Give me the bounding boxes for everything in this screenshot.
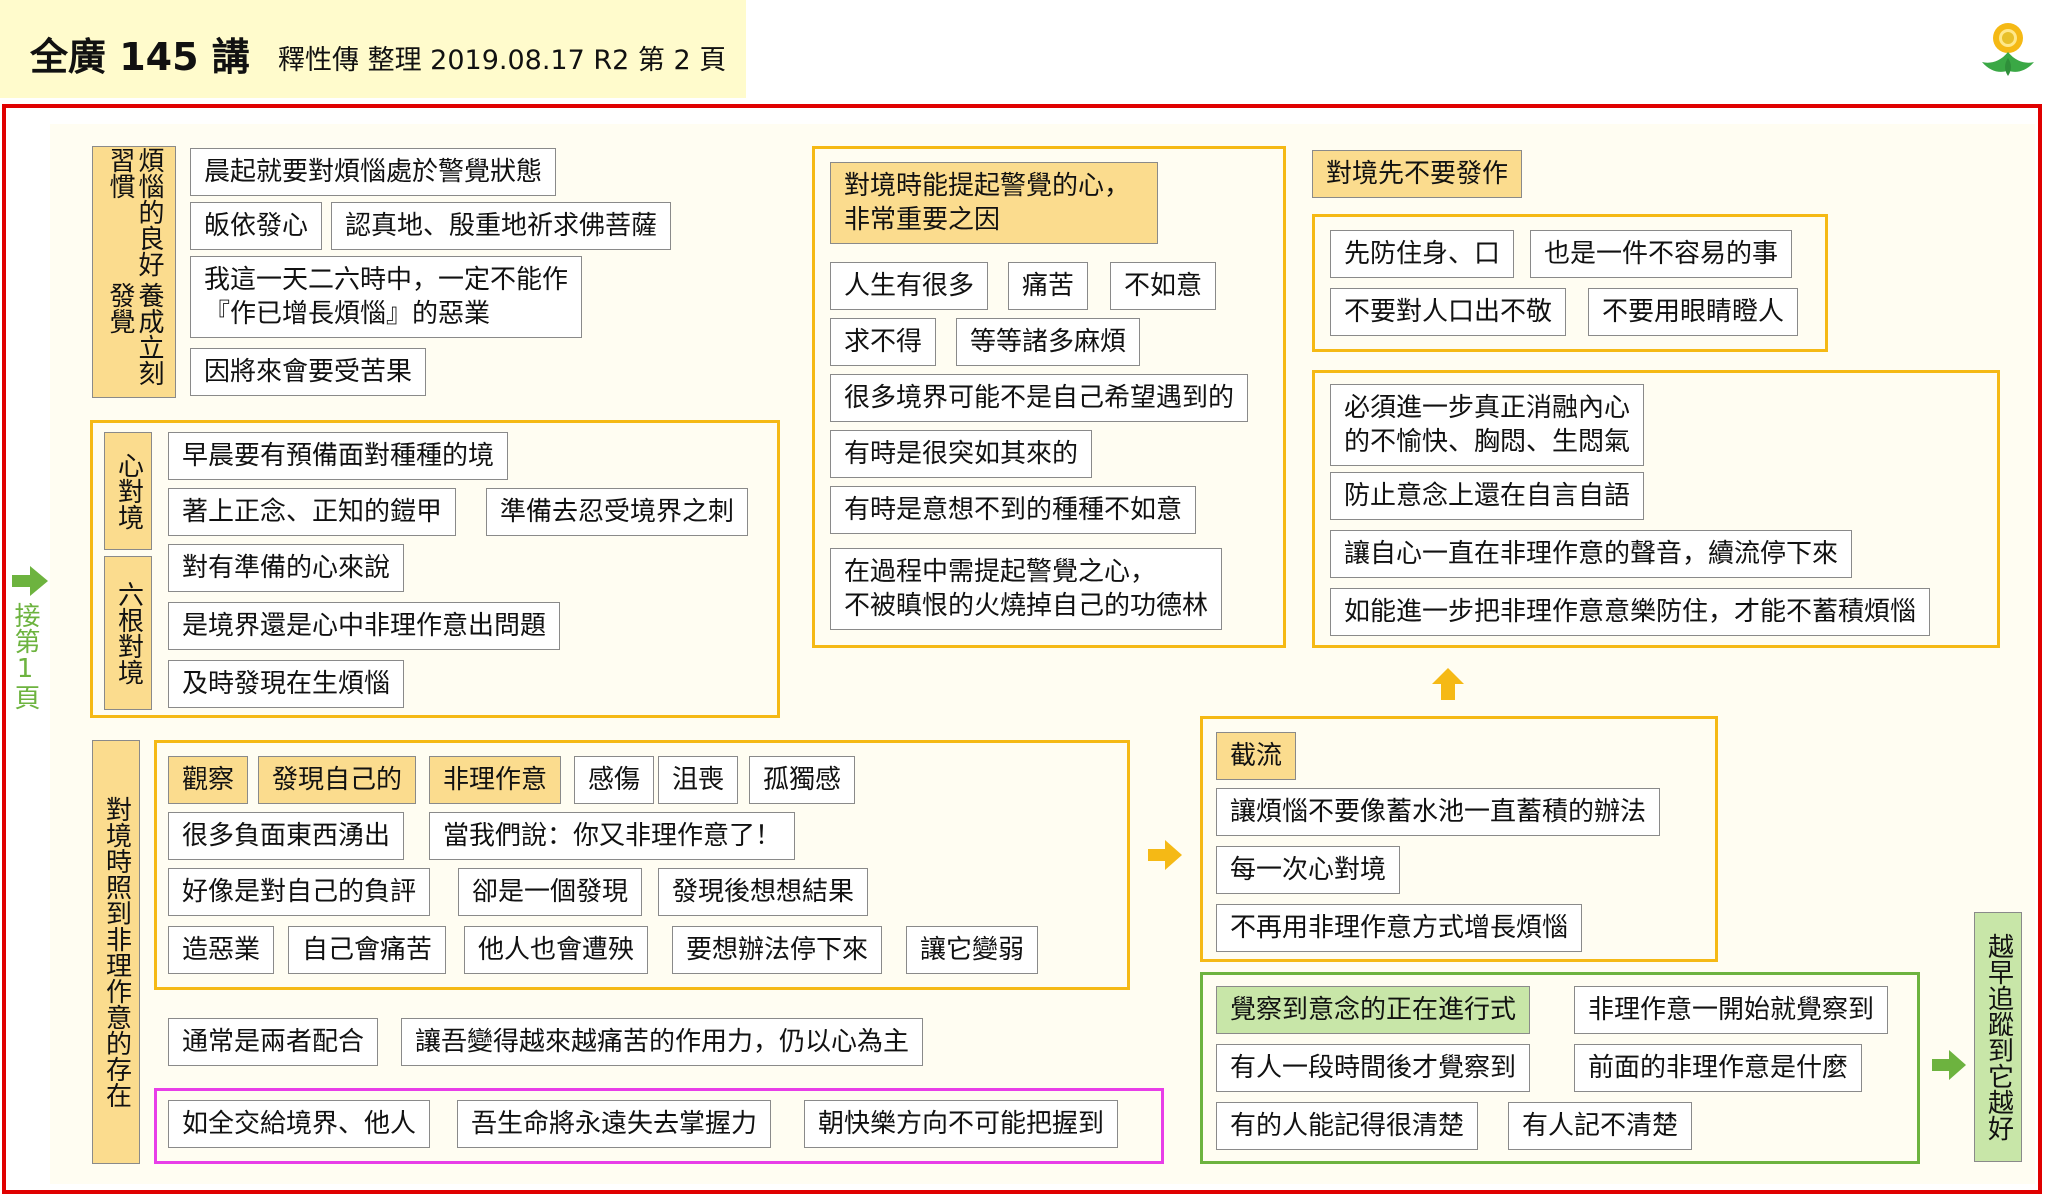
- cut-item-2: 每一次心對境: [1216, 846, 1401, 894]
- observe-item-13: 自己會痛苦: [288, 926, 447, 974]
- first-title: 對境先不要發作: [1312, 150, 1523, 198]
- observe-item-10: 卻是一個發現: [458, 868, 643, 916]
- alert-item-8: 有時是意想不到的種種不如意: [830, 486, 1197, 534]
- pink-item-2: 吾生命將永遠失去掌握力: [457, 1100, 772, 1148]
- observe-item-2: 發現自己的: [258, 756, 417, 804]
- habit-item-5: 因將來會要受苦果: [190, 348, 427, 396]
- habit-item-4: 我這一天二六時中，一定不能作 『作已增長煩惱』的惡業: [190, 256, 583, 338]
- alert-item-2: 痛苦: [1008, 262, 1089, 310]
- alert-item-4: 求不得: [830, 318, 937, 366]
- observe-item-15: 要想辦法停下來: [672, 926, 883, 974]
- observe-item-9: 好像是對自己的負評: [168, 868, 431, 916]
- aware-item-3: 前面的非理作意是什麼: [1574, 1044, 1863, 1092]
- aware-item-1: 非理作意一開始就覺察到: [1574, 986, 1889, 1034]
- cut-title: 截流: [1216, 732, 1297, 780]
- lotus-logo-icon: [1982, 23, 2034, 76]
- observe-item-1: 觀察: [168, 756, 249, 804]
- habit-item-1: 晨起就要對煩惱處於警覺狀態: [190, 148, 557, 196]
- mind-item-2: 著上正念、正知的鎧甲: [168, 488, 457, 536]
- aware-item-4: 有的人能記得很清楚: [1216, 1102, 1479, 1150]
- aware-title: 覺察到意念的正在進行式: [1216, 986, 1531, 1034]
- pink-item-3: 朝快樂方向不可能把握到: [804, 1100, 1119, 1148]
- pink-item-1: 如全交給境界、他人: [168, 1100, 431, 1148]
- mind-item-5: 是境界還是心中非理作意出問題: [168, 602, 561, 650]
- prev-page-label: 接第1頁: [10, 602, 40, 710]
- observe-item-14: 他人也會遭殃: [464, 926, 649, 974]
- mind-item-6: 及時發現在生煩惱: [168, 660, 405, 708]
- observe-item-8: 當我們說：你又非理作意了！: [429, 812, 796, 860]
- alert-item-7: 有時是很突如其來的: [830, 430, 1093, 478]
- alert-item-5: 等等諸多麻煩: [956, 318, 1141, 366]
- habit-item-3: 認真地、殷重地祈求佛菩薩: [331, 202, 672, 250]
- observe-item-3: 非理作意: [429, 756, 562, 804]
- observe-item-11: 發現後想想結果: [658, 868, 869, 916]
- observe-item-7: 很多負面東西湧出: [168, 812, 405, 860]
- further-item-2: 防止意念上還在自言自語: [1330, 472, 1645, 520]
- observe-label: 對境時照到非理作意的存在: [92, 740, 140, 1164]
- observe-item-6: 孤獨感: [749, 756, 856, 804]
- mind-label: 心對境: [104, 432, 152, 550]
- up-arrow-icon: [1432, 668, 1464, 700]
- habit-label: 煩惱的良好習慣 養成立刻發覺: [92, 146, 176, 398]
- six-roots-label: 六根對境: [104, 556, 152, 710]
- observe-item-5: 沮喪: [658, 756, 739, 804]
- first-item-3: 不要對人口出不敬: [1330, 288, 1567, 336]
- right-arrow-icon: [12, 566, 48, 596]
- further-item-4: 如能進一步把非理作意意樂防住，才能不蓄積煩惱: [1330, 588, 1931, 636]
- observe-item-12: 造惡業: [168, 926, 275, 974]
- aware-item-5: 有人記不清楚: [1508, 1102, 1693, 1150]
- right-arrow-icon: [1148, 840, 1182, 870]
- alert-item-3: 不如意: [1110, 262, 1217, 310]
- mind-item-3: 準備去忍受境界之刺: [486, 488, 749, 536]
- first-item-1: 先防住身、口: [1330, 230, 1515, 278]
- aware-item-2: 有人一段時間後才覺察到: [1216, 1044, 1531, 1092]
- page-subtitle: 釋性傳 整理 2019.08.17 R2 第 2 頁: [278, 45, 727, 76]
- page-title: 全廣 145 講: [30, 35, 250, 79]
- observe-item-4: 感傷: [574, 756, 655, 804]
- first-item-2: 也是一件不容易的事: [1530, 230, 1793, 278]
- cut-item-3: 不再用非理作意方式增長煩惱: [1216, 904, 1583, 952]
- cut-item-1: 讓煩惱不要像蓄水池一直蓄積的辦法: [1216, 788, 1661, 836]
- alert-item-1: 人生有很多: [830, 262, 989, 310]
- further-item-3: 讓自心一直在非理作意的聲音，續流停下來: [1330, 530, 1853, 578]
- first-item-4: 不要用眼睛瞪人: [1588, 288, 1799, 336]
- further-item-1: 必須進一步真正消融內心 的不愉快、胸悶、生悶氣: [1330, 384, 1645, 466]
- observe-extra-2: 讓吾變得越來越痛苦的作用力，仍以心為主: [401, 1018, 924, 1066]
- alert-title: 對境時能提起警覺的心， 非常重要之因: [830, 162, 1158, 244]
- observe-item-16: 讓它變弱: [906, 926, 1039, 974]
- habit-item-2: 皈依發心: [190, 202, 323, 250]
- mind-item-1: 早晨要有預備面對種種的境: [168, 432, 509, 480]
- right-arrow-icon: [1932, 1050, 1966, 1080]
- alert-item-6: 很多境界可能不是自己希望遇到的: [830, 374, 1249, 422]
- observe-extra-1: 通常是兩者配合: [168, 1018, 379, 1066]
- mind-item-4: 對有準備的心來說: [168, 544, 405, 592]
- alert-item-9: 在過程中需提起警覺之心， 不被瞋恨的火燒掉自己的功德林: [830, 548, 1223, 630]
- early-label: 越早追蹤到它越好: [1974, 912, 2022, 1162]
